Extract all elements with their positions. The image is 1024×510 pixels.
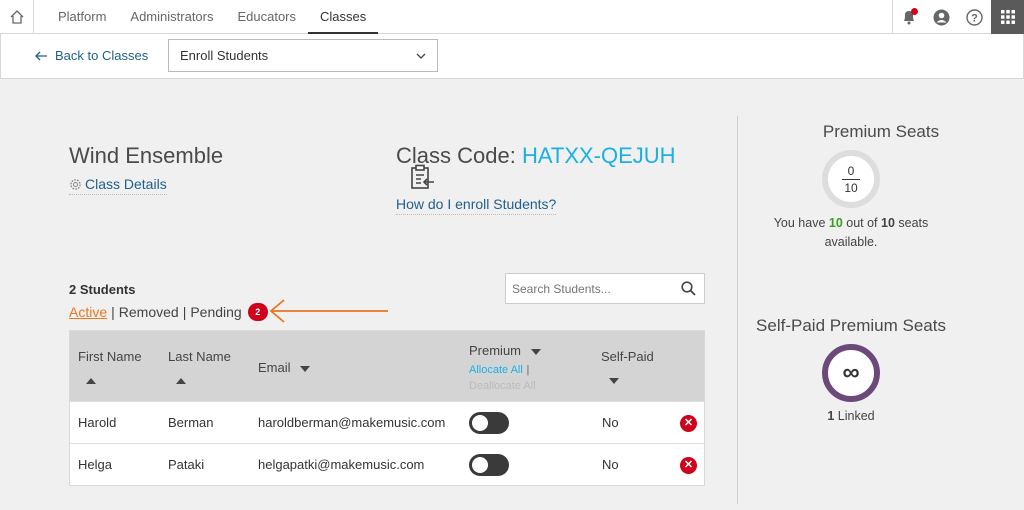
panel-divider	[737, 116, 738, 504]
sort-descending-icon	[609, 378, 619, 384]
arrow-left-icon	[35, 51, 47, 60]
header-self-paid[interactable]: Self-Paid	[601, 349, 654, 387]
class-code-value: HATXX-QEJUH	[521, 143, 676, 168]
cell-self-paid: No	[602, 457, 619, 472]
tab-administrators[interactable]: Administrators	[118, 0, 225, 34]
back-label: Back to Classes	[55, 48, 149, 63]
sort-descending-icon	[530, 348, 541, 355]
nav-tabs: Platform Administrators Educators Classe…	[46, 0, 379, 34]
action-select[interactable]: Enroll Students	[168, 39, 438, 72]
header-email-label: Email	[258, 360, 291, 375]
cell-first-name: Helga	[78, 457, 112, 472]
filter-removed[interactable]: Removed	[119, 304, 179, 320]
allocate-separator: |	[526, 364, 530, 376]
clipboard-copy-icon	[411, 164, 434, 189]
toggle-knob	[472, 415, 488, 431]
account-button[interactable]	[925, 0, 958, 34]
chevron-down-icon	[416, 53, 426, 59]
notification-dot	[911, 8, 918, 15]
seats-text-pre: You have	[773, 216, 829, 230]
seats-of-total: 10	[881, 216, 895, 230]
annotation-arrow-icon	[269, 299, 388, 323]
filter-separator: |	[111, 304, 115, 320]
header-self-paid-label: Self-Paid	[601, 349, 654, 364]
filter-active[interactable]: Active	[69, 304, 107, 320]
help-button[interactable]: ?	[958, 0, 991, 34]
cell-first-name: Harold	[78, 415, 117, 430]
nav-right-icons: ?	[892, 0, 1024, 34]
allocate-all-link[interactable]: Allocate All	[469, 364, 523, 376]
tab-classes[interactable]: Classes	[308, 0, 379, 34]
cell-self-paid: No	[602, 415, 619, 430]
header-premium-label: Premium	[469, 343, 522, 358]
header-last-name-label: Last Name	[168, 349, 231, 364]
remove-student-icon[interactable]: ✕	[680, 457, 697, 474]
sort-ascending-icon	[86, 378, 96, 384]
home-icon	[10, 10, 23, 24]
student-filters: Active | Removed | Pending 2	[69, 303, 268, 321]
search-input[interactable]	[512, 281, 672, 296]
student-count: 2 Students	[69, 282, 136, 297]
account-icon	[933, 9, 950, 25]
cell-last-name: Pataki	[168, 457, 205, 472]
header-premium: Premium Allocate All | Deallocate All	[469, 343, 541, 392]
header-first-name-label: First Name	[78, 349, 142, 364]
search-icon[interactable]	[681, 281, 696, 296]
filter-pending[interactable]: Pending	[190, 304, 241, 320]
apps-button[interactable]	[991, 0, 1024, 34]
action-select-value: Enroll Students	[180, 48, 269, 63]
header-email[interactable]: Email	[258, 360, 311, 375]
how-to-enroll-link[interactable]: How do I enroll Students?	[396, 196, 557, 215]
remove-student-icon[interactable]: ✕	[680, 415, 697, 432]
class-details-label: Class Details	[85, 176, 167, 192]
linked-count-text: 1 Linked	[760, 409, 942, 423]
cell-email: haroldberman@makemusic.com	[258, 415, 446, 430]
premium-toggle[interactable]	[469, 412, 509, 434]
back-to-classes-link[interactable]: Back to Classes	[35, 48, 148, 63]
deallocate-all-link: Deallocate All	[469, 380, 536, 392]
seats-available-text: You have 10 out of 10 seats available.	[760, 214, 942, 252]
linked-label: Linked	[834, 409, 875, 423]
filter-separator: |	[182, 304, 187, 320]
apps-grid-icon	[1000, 10, 1015, 24]
help-icon: ?	[966, 8, 983, 26]
infinity-icon: ∞	[842, 359, 860, 386]
svg-text:?: ?	[971, 12, 978, 24]
table-row: Helga Pataki helgapatki@makemusic.com No…	[70, 443, 704, 485]
header-first-name[interactable]: First Name	[78, 349, 142, 387]
seats-text-mid: out of	[842, 216, 882, 230]
class-code: Class Code: HATXX-QEJUH	[396, 143, 676, 169]
sort-ascending-icon	[176, 378, 186, 384]
premium-seats-ring: 0 10	[822, 150, 880, 208]
tab-educators[interactable]: Educators	[225, 0, 308, 34]
copy-code-button[interactable]	[408, 163, 436, 196]
premium-toggle[interactable]	[469, 454, 509, 476]
tab-platform[interactable]: Platform	[46, 0, 118, 34]
header-last-name[interactable]: Last Name	[168, 349, 231, 387]
notifications-button[interactable]	[892, 0, 925, 34]
pending-count-badge: 2	[247, 303, 268, 321]
gear-icon	[70, 178, 81, 190]
cell-last-name: Berman	[168, 415, 214, 430]
seats-total: 10	[844, 180, 858, 195]
top-nav: Platform Administrators Educators Classe…	[0, 0, 1024, 34]
seats-used: 0	[841, 164, 861, 180]
class-details-link[interactable]: Class Details	[69, 176, 167, 195]
self-paid-seats-ring: ∞	[822, 344, 880, 402]
cell-email: helgapatki@makemusic.com	[258, 457, 425, 472]
class-name: Wind Ensemble	[69, 143, 224, 168]
search-students	[505, 273, 705, 304]
home-button[interactable]	[0, 0, 34, 34]
toggle-knob	[472, 457, 488, 473]
self-paid-seats-title: Self-Paid Premium Seats	[756, 316, 946, 335]
students-table: First Name Last Name Email Premium Alloc…	[69, 330, 705, 486]
table-header: First Name Last Name Email Premium Alloc…	[70, 331, 704, 401]
action-bar: Back to Classes Enroll Students	[0, 34, 1024, 79]
header-premium-sort[interactable]: Premium	[469, 343, 541, 358]
seats-available-count: 10	[828, 216, 843, 230]
sort-descending-icon	[300, 365, 311, 372]
table-row: Harold Berman haroldberman@makemusic.com…	[70, 401, 704, 443]
premium-seats-title: Premium Seats	[822, 122, 940, 141]
